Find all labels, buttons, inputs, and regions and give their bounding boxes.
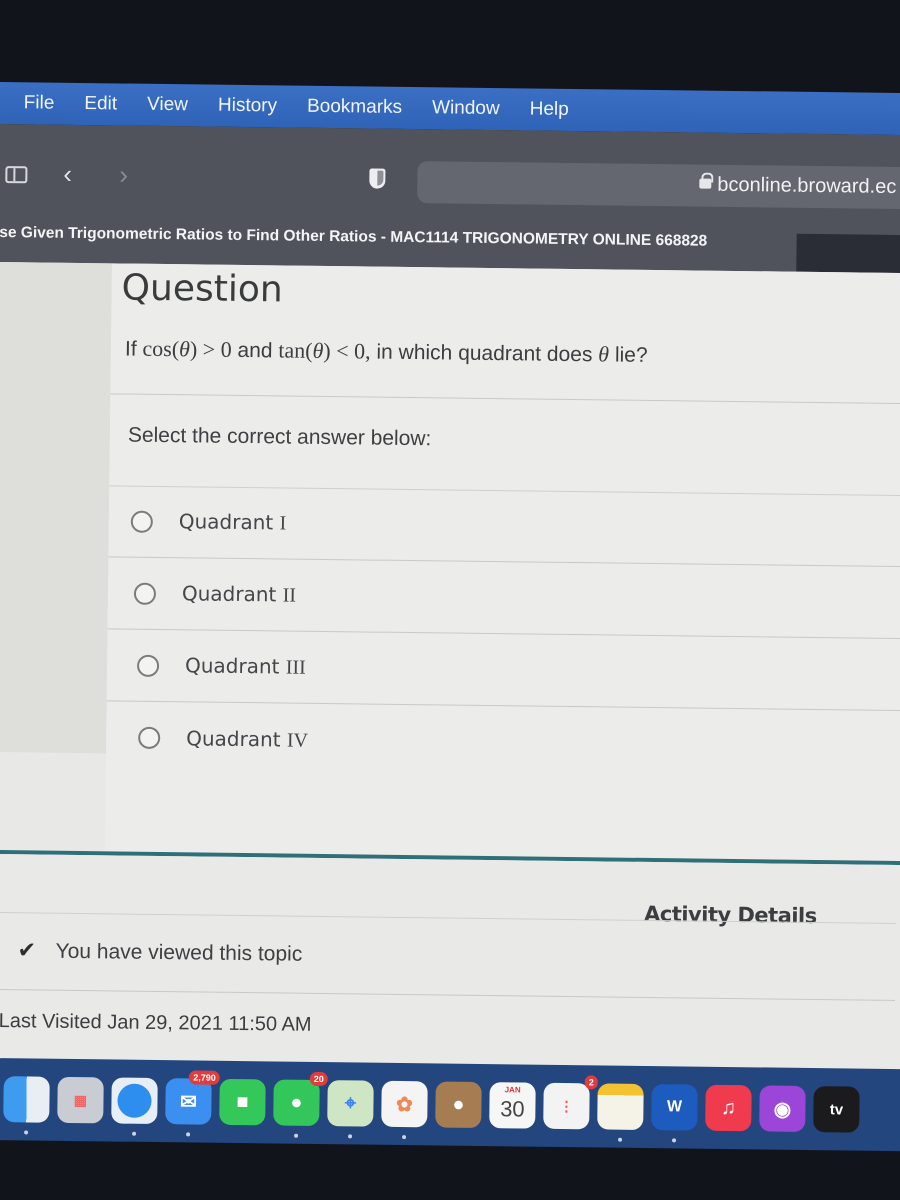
question-suffix: in which quadrant does (370, 340, 599, 367)
running-indicator (132, 1131, 137, 1136)
running-indicator (24, 1130, 29, 1135)
tan-rest: ) < 0, (323, 337, 371, 364)
tan-expr: tan( (278, 337, 313, 363)
calendar-day: 30 (500, 1096, 525, 1122)
menu-bookmarks[interactable]: Bookmarks (307, 96, 402, 119)
option-label[interactable]: Quadrant IV (186, 726, 308, 752)
running-indicator (186, 1132, 191, 1137)
music-icon[interactable]: ♫ (705, 1084, 752, 1132)
activity-section: Activity Details ✔ You have viewed this … (0, 853, 900, 1076)
mail-badge: 2,790 (189, 1070, 220, 1085)
menu-file[interactable]: File (24, 92, 55, 114)
launchpad-icon[interactable]: ▦ (57, 1076, 104, 1124)
address-bar[interactable]: bconline.broward.ec (417, 161, 900, 210)
reminders-badge: 2 (584, 1075, 598, 1090)
theta-symbol: θ (178, 336, 191, 362)
roman-numeral: III (285, 656, 306, 679)
answer-prompt: Select the correct answer below: (127, 423, 432, 451)
screen: File Edit View History Bookmarks Window … (0, 0, 900, 1200)
safari-icon[interactable] (111, 1077, 158, 1136)
finder-icon[interactable] (3, 1076, 50, 1135)
option-text: Quadrant (181, 581, 283, 607)
sidebar-toggle-icon[interactable] (5, 166, 28, 184)
question-panel: Question If cos(θ) > 0 and tan(θ) < 0, i… (104, 263, 900, 864)
option-text: Quadrant (186, 725, 288, 752)
contacts-icon[interactable]: ● (435, 1081, 482, 1129)
dock: ▦ ✉ 2,790 ■ ● 20 ⌖ ✿ ● JAN 30 ⋮ 2 W ♫ ◉ tv (0, 1058, 900, 1152)
tab-title[interactable]: Jse Given Trigonometric Ratios to Find O… (0, 224, 707, 251)
and-word: and (231, 338, 279, 363)
checkmark-icon: ✔ (17, 937, 37, 963)
roman-numeral: II (282, 584, 297, 607)
running-indicator (402, 1135, 407, 1140)
last-visited: Last Visited Jan 29, 2021 11:50 AM (0, 1010, 312, 1036)
left-rail (0, 262, 112, 754)
lock-icon (699, 178, 712, 189)
tab-background[interactable] (796, 233, 900, 276)
option-label[interactable]: Quadrant II (182, 581, 296, 607)
podcasts-icon[interactable]: ◉ (759, 1085, 806, 1132)
music-glyph: ♫ (720, 1096, 737, 1119)
question-heading: Question (121, 267, 283, 311)
word-icon[interactable]: W (651, 1084, 698, 1143)
photos-icon[interactable]: ✿ (381, 1080, 428, 1140)
question-prefix: If (124, 337, 143, 361)
back-button[interactable]: ‹ (63, 159, 72, 190)
menu-history[interactable]: History (218, 95, 277, 118)
option-text: Quadrant (184, 653, 286, 679)
menu-view[interactable]: View (147, 94, 188, 116)
browser-chrome: ‹ › bconline.broward.ec Jse Given Trigon… (0, 124, 900, 276)
menu-help[interactable]: Help (530, 98, 569, 120)
page-content: Question If cos(θ) > 0 and tan(θ) < 0, i… (0, 262, 900, 1076)
radio-button[interactable] (136, 654, 160, 677)
question-text: If cos(θ) > 0 and tan(θ) < 0, in which q… (125, 336, 648, 368)
notes-icon[interactable] (597, 1083, 644, 1142)
messages-badge: 20 (309, 1071, 328, 1087)
running-indicator (672, 1138, 677, 1143)
privacy-shield-icon[interactable] (369, 168, 386, 189)
tv-label: tv (829, 1100, 844, 1118)
messages-icon[interactable]: ● 20 (273, 1071, 328, 1138)
running-indicator (618, 1137, 623, 1142)
cos-expr: cos( (142, 335, 180, 362)
mail-icon[interactable]: ✉ 2,790 (165, 1070, 220, 1137)
maps-icon[interactable]: ⌖ (327, 1080, 374, 1139)
option-label[interactable]: Quadrant I (179, 509, 287, 535)
url-text[interactable]: bconline.broward.ec (717, 174, 896, 199)
option-quadrant-3[interactable]: Quadrant III (106, 629, 900, 712)
option-quadrant-4[interactable]: Quadrant IV (106, 701, 900, 783)
calendar-month: JAN (504, 1085, 521, 1095)
browser-toolbar: ‹ › bconline.broward.ec (0, 152, 900, 213)
viewed-status: You have viewed this topic (55, 939, 303, 966)
running-indicator (294, 1133, 299, 1138)
menu-edit[interactable]: Edit (84, 93, 117, 115)
option-quadrant-2[interactable]: Quadrant II (107, 557, 900, 640)
roman-numeral: I (279, 512, 287, 535)
reminders-icon[interactable]: ⋮ 2 (543, 1075, 598, 1130)
running-indicator (348, 1134, 353, 1139)
viewed-status-box: ✔ You have viewed this topic (0, 912, 896, 1001)
menu-window[interactable]: Window (432, 97, 500, 120)
facetime-icon[interactable]: ■ (219, 1078, 266, 1126)
answer-options: Quadrant I Quadrant II Quadrant III Quad… (106, 485, 900, 783)
tv-icon[interactable]: tv (813, 1086, 860, 1133)
roman-numeral: IV (286, 729, 309, 752)
option-quadrant-1[interactable]: Quadrant I (108, 485, 900, 568)
option-label[interactable]: Quadrant III (185, 653, 306, 679)
radio-button[interactable] (138, 726, 161, 749)
calendar-icon[interactable]: JAN 30 (489, 1082, 536, 1129)
radio-button[interactable] (130, 510, 153, 533)
cos-rest: ) > 0 (189, 336, 232, 362)
forward-button[interactable]: › (119, 159, 128, 190)
theta-symbol: θ (598, 341, 610, 367)
option-text: Quadrant (178, 509, 280, 535)
radio-button[interactable] (133, 582, 157, 605)
divider (110, 393, 900, 405)
word-label: W (666, 1098, 683, 1116)
question-end: lie? (608, 343, 648, 367)
